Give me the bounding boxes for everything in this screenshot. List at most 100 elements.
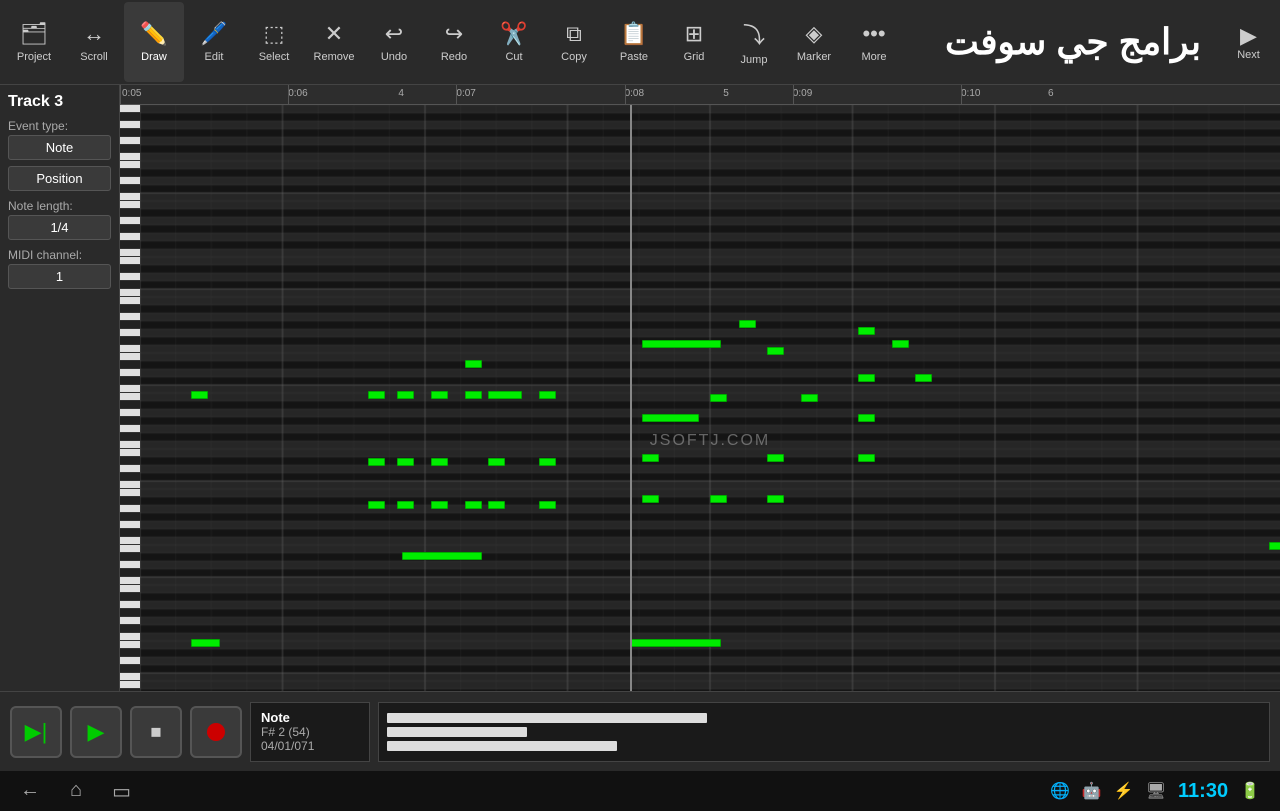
- piano-key[interactable]: [120, 545, 140, 553]
- piano-key[interactable]: [120, 393, 140, 401]
- piano-key[interactable]: [120, 513, 140, 521]
- piano-key[interactable]: [120, 585, 140, 593]
- piano-key[interactable]: [120, 537, 140, 545]
- stop-button[interactable]: ⏹: [130, 706, 182, 758]
- piano-key[interactable]: [120, 257, 140, 265]
- piano-key[interactable]: [120, 601, 140, 609]
- note[interactable]: [767, 454, 784, 462]
- piano-key[interactable]: [120, 409, 140, 417]
- note[interactable]: [739, 320, 756, 328]
- note[interactable]: [191, 639, 220, 647]
- piano-key[interactable]: C3: [120, 673, 140, 681]
- piano-key[interactable]: [120, 281, 140, 289]
- piano-key[interactable]: [120, 649, 140, 657]
- note[interactable]: [858, 454, 875, 462]
- piano-key[interactable]: [120, 145, 140, 153]
- note[interactable]: [465, 501, 482, 509]
- piano-key[interactable]: [120, 249, 140, 257]
- piano-key[interactable]: [120, 305, 140, 313]
- undo-button[interactable]: ↩ Undo: [364, 2, 424, 82]
- note[interactable]: [642, 495, 659, 503]
- piano-key[interactable]: [120, 241, 140, 249]
- note[interactable]: [539, 458, 556, 466]
- note[interactable]: [767, 347, 784, 355]
- redo-button[interactable]: ↪ Redo: [424, 2, 484, 82]
- note[interactable]: [801, 394, 818, 402]
- piano-key[interactable]: [120, 361, 140, 369]
- piano-key[interactable]: [120, 681, 140, 689]
- next-button[interactable]: ▶ Next: [1221, 2, 1276, 82]
- piano-key[interactable]: [120, 153, 140, 161]
- piano-key[interactable]: [120, 225, 140, 233]
- piano-key[interactable]: [120, 473, 140, 481]
- piano-key[interactable]: [120, 169, 140, 177]
- piano-key[interactable]: [120, 209, 140, 217]
- note[interactable]: [1269, 542, 1280, 550]
- note[interactable]: [191, 391, 208, 399]
- piano-key[interactable]: [120, 313, 140, 321]
- position-button[interactable]: Position: [8, 166, 111, 191]
- piano-key[interactable]: [120, 449, 140, 457]
- scroll-button[interactable]: ↔ Scroll: [64, 2, 124, 82]
- piano-key[interactable]: [120, 569, 140, 577]
- piano-key[interactable]: [120, 609, 140, 617]
- piano-key[interactable]: [120, 297, 140, 305]
- note[interactable]: [767, 495, 784, 503]
- piano-key[interactable]: [120, 337, 140, 345]
- piano-key[interactable]: C5: [120, 481, 140, 489]
- note[interactable]: [397, 391, 414, 399]
- piano-key[interactable]: [120, 633, 140, 641]
- piano-key[interactable]: C8: [120, 193, 140, 201]
- piano-key[interactable]: [120, 345, 140, 353]
- note[interactable]: [431, 391, 448, 399]
- note[interactable]: [402, 552, 482, 560]
- piano-key[interactable]: [120, 593, 140, 601]
- note[interactable]: [465, 391, 482, 399]
- piano-key[interactable]: [120, 561, 140, 569]
- piano-key[interactable]: [120, 689, 140, 691]
- remove-button[interactable]: ✕ Remove: [304, 2, 364, 82]
- piano-key[interactable]: [120, 233, 140, 241]
- piano-key[interactable]: [120, 161, 140, 169]
- note[interactable]: [642, 340, 722, 348]
- recents-icon[interactable]: ▭: [112, 779, 131, 804]
- record-button[interactable]: [190, 706, 242, 758]
- marker-button[interactable]: ◈ Marker: [784, 2, 844, 82]
- piano-key[interactable]: [120, 105, 140, 113]
- note[interactable]: [539, 501, 556, 509]
- note[interactable]: [858, 414, 875, 422]
- piano-key[interactable]: [120, 457, 140, 465]
- note[interactable]: [397, 501, 414, 509]
- play-button[interactable]: ▶: [70, 706, 122, 758]
- piano-key[interactable]: [120, 201, 140, 209]
- more-button[interactable]: ••• More: [844, 2, 904, 82]
- event-type-value[interactable]: Note: [8, 135, 111, 160]
- grid[interactable]: JSOFTJ.COM: [140, 105, 1280, 691]
- piano-key[interactable]: [120, 425, 140, 433]
- piano-key[interactable]: [120, 321, 140, 329]
- piano-key[interactable]: [120, 401, 140, 409]
- note[interactable]: [368, 458, 385, 466]
- note[interactable]: [858, 327, 875, 335]
- note[interactable]: [539, 391, 556, 399]
- piano-key[interactable]: [120, 521, 140, 529]
- piano-key[interactable]: [120, 505, 140, 513]
- note[interactable]: [642, 454, 659, 462]
- grid-button[interactable]: ⊞ Grid: [664, 2, 724, 82]
- piano-key[interactable]: C6: [120, 385, 140, 393]
- note[interactable]: [642, 414, 699, 422]
- piano-key[interactable]: [120, 217, 140, 225]
- piano-key[interactable]: [120, 329, 140, 337]
- note[interactable]: [465, 360, 482, 368]
- piano-key[interactable]: [120, 177, 140, 185]
- note[interactable]: [892, 340, 909, 348]
- piano-key[interactable]: [120, 489, 140, 497]
- piano-key[interactable]: C7: [120, 289, 140, 297]
- note[interactable]: [397, 458, 414, 466]
- jump-button[interactable]: ⤵ Jump: [724, 2, 784, 82]
- piano-key[interactable]: [120, 617, 140, 625]
- note[interactable]: [710, 394, 727, 402]
- select-button[interactable]: ⬚ Select: [244, 2, 304, 82]
- play-loop-button[interactable]: ▶|: [10, 706, 62, 758]
- note[interactable]: [488, 391, 522, 399]
